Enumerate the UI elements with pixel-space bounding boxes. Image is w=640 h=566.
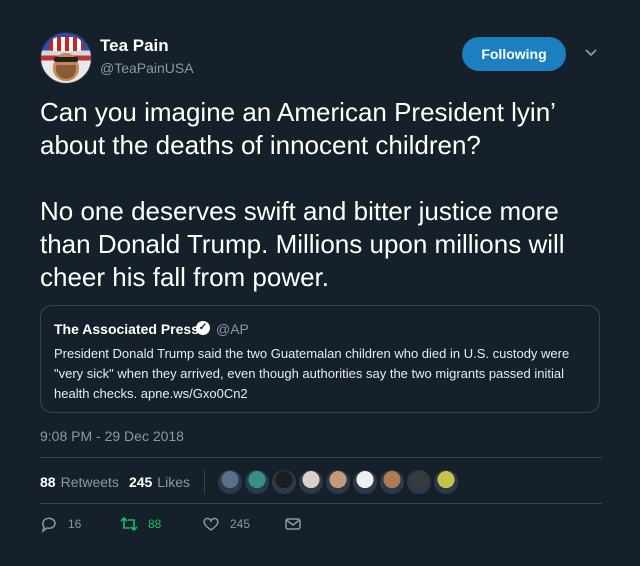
author-handle[interactable]: @TeaPainUSA: [100, 60, 194, 76]
liker-avatars: [216, 469, 460, 495]
author-avatar[interactable]: [40, 32, 92, 84]
direct-message-button[interactable]: [284, 515, 312, 533]
reply-count: 16: [68, 517, 82, 531]
reply-icon: [41, 517, 56, 533]
following-button[interactable]: Following: [462, 37, 566, 71]
liker-avatar[interactable]: [351, 469, 378, 495]
liker-avatar[interactable]: [297, 469, 324, 495]
liker-avatar[interactable]: [324, 469, 351, 495]
author-name[interactable]: Tea Pain: [100, 36, 169, 56]
tweet-text: Can you imagine an American President ly…: [40, 97, 565, 292]
quoted-tweet[interactable]: The Associated Press ✓ @AP President Don…: [40, 305, 600, 413]
envelope-icon: [285, 518, 301, 530]
retweet-count: 88: [148, 517, 162, 531]
liker-avatar[interactable]: [243, 469, 270, 495]
liker-avatar[interactable]: [432, 469, 459, 495]
verified-badge-icon: ✓: [196, 321, 210, 335]
likes-stat[interactable]: 245 Likes: [129, 474, 190, 490]
chevron-down-icon[interactable]: [584, 45, 598, 59]
liker-avatar[interactable]: [270, 469, 297, 495]
reply-button[interactable]: 16: [40, 515, 81, 533]
retweets-stat[interactable]: 88 Retweets: [40, 474, 119, 490]
tweet-header: Tea Pain @TeaPainUSA Following: [40, 32, 610, 84]
retweet-button[interactable]: 88: [120, 515, 161, 533]
liker-avatar[interactable]: [405, 469, 432, 495]
divider: [40, 503, 602, 504]
liker-avatar[interactable]: [216, 469, 243, 495]
stats-separator: [203, 470, 205, 494]
quoted-tweet-text: President Donald Trump said the two Guat…: [54, 346, 570, 401]
action-bar: 16 88 245: [40, 515, 340, 535]
quoted-author-name: The Associated Press: [54, 321, 199, 337]
tweet-timestamp[interactable]: 9:08 PM - 29 Dec 2018: [40, 428, 184, 444]
quoted-author-handle: @AP: [216, 321, 249, 337]
liker-avatar[interactable]: [378, 469, 405, 495]
like-count: 245: [230, 517, 251, 531]
like-button[interactable]: 245: [202, 515, 250, 533]
divider: [40, 457, 602, 458]
heart-icon: [203, 517, 219, 531]
engagement-stats: 88 Retweets 245 Likes: [40, 469, 460, 495]
retweet-icon: [120, 516, 138, 532]
